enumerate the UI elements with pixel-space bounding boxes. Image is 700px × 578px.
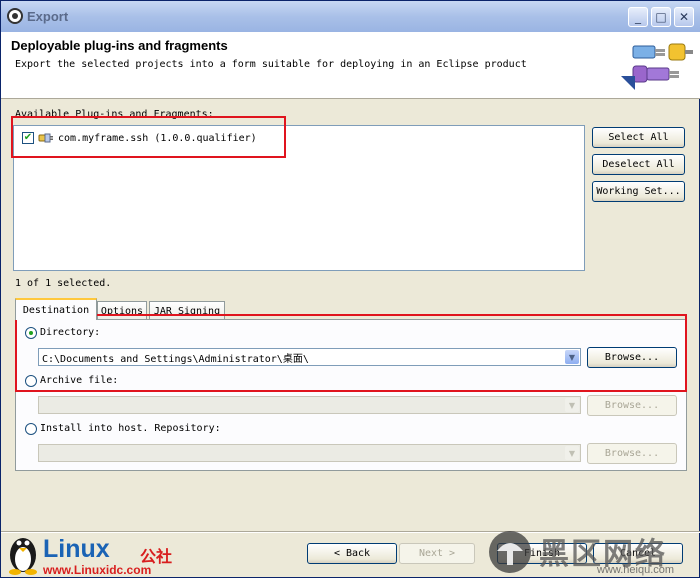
page-description: Export the selected projects into a form…	[15, 59, 527, 70]
title-bar[interactable]: Export _ □ ✕	[1, 1, 700, 32]
heiqu-url: www.heiqu.com	[597, 564, 675, 576]
window-title: Export	[27, 9, 69, 24]
install-label: Install into host. Repository:	[40, 423, 221, 434]
close-button[interactable]: ✕	[674, 7, 694, 27]
archive-combo[interactable]: ▼	[38, 396, 581, 414]
install-browse-button[interactable]: Browse...	[587, 443, 677, 464]
install-radio[interactable]	[25, 423, 37, 435]
chevron-down-icon[interactable]: ▼	[565, 446, 579, 460]
select-all-button[interactable]: Select All	[592, 127, 685, 148]
maximize-button[interactable]: □	[651, 7, 671, 27]
eclipse-icon	[7, 8, 23, 24]
highlight-box-directory	[15, 314, 687, 392]
heiqu-logo-icon	[489, 531, 531, 573]
linux-url: www.Linuxidc.com	[43, 563, 152, 577]
export-dialog: Export _ □ ✕ Deployable plug-ins and fra…	[0, 0, 700, 578]
minimize-button[interactable]: _	[628, 7, 648, 27]
linux-logo-text: Linux	[43, 535, 110, 563]
highlight-box-plugins	[11, 116, 286, 158]
heiqu-watermark	[487, 529, 533, 578]
archive-browse-button[interactable]: Browse...	[587, 395, 677, 416]
tab-destination[interactable]: Destination	[15, 298, 97, 320]
linux-watermark	[5, 529, 41, 578]
tux-icon	[9, 538, 37, 575]
selection-status: 1 of 1 selected.	[15, 278, 112, 289]
back-button[interactable]: < Back	[307, 543, 397, 564]
chevron-down-icon[interactable]: ▼	[565, 398, 579, 412]
plug-export-icon	[621, 43, 693, 90]
wizard-header: Deployable plug-ins and fragments Export…	[1, 32, 700, 99]
deselect-all-button[interactable]: Deselect All	[592, 154, 685, 175]
next-button[interactable]: Next >	[399, 543, 475, 564]
page-title: Deployable plug-ins and fragments	[11, 38, 228, 53]
working-set-button[interactable]: Working Set...	[592, 181, 685, 202]
install-combo[interactable]: ▼	[38, 444, 581, 462]
